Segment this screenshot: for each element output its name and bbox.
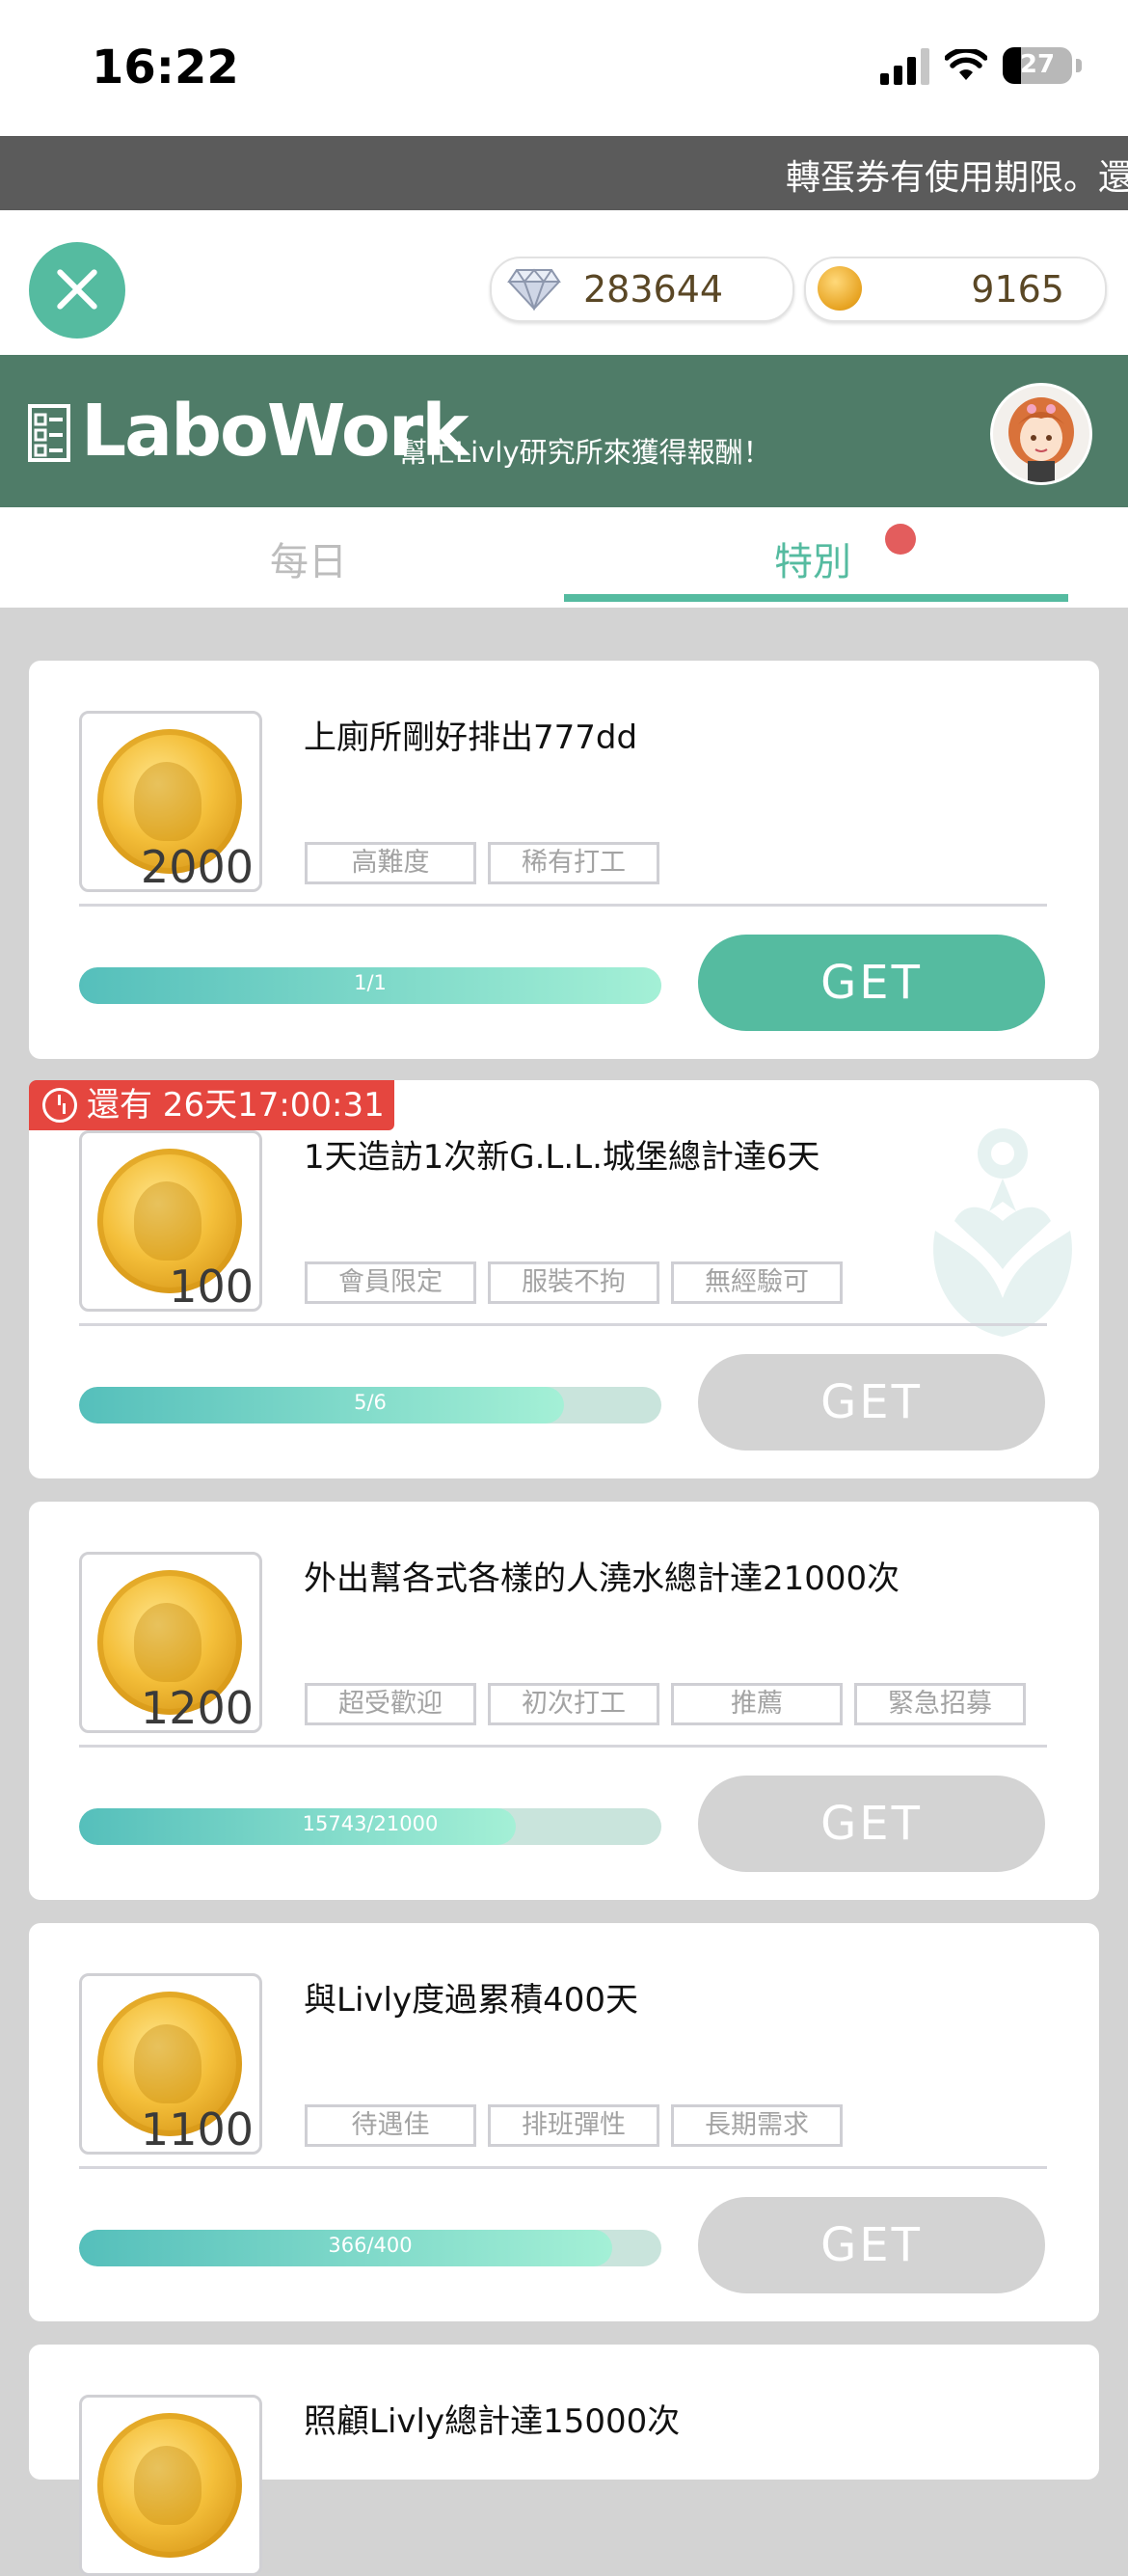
tag: 推薦 [671,1683,843,1725]
task-title: 外出幫各式各樣的人澆水總計達21000次 [304,1559,900,1598]
tag: 會員限定 [305,1261,476,1304]
reward-amount: 100 [169,1261,254,1312]
reward-amount: 1100 [140,2103,254,2155]
tag-list: 會員限定 服裝不拘 無經驗可 [305,1261,843,1304]
progress-text: 1/1 [354,971,387,994]
progress-bar: 15743/21000 [79,1808,661,1845]
get-button[interactable]: GET [698,2197,1045,2293]
tag-list: 高難度 稀有打工 [305,842,659,884]
checklist-icon [28,404,70,462]
tab-daily[interactable]: 每日 [270,530,347,586]
gem-count: 283644 [583,268,724,311]
progress-text: 366/400 [328,2234,413,2257]
gem-balance: 283644 [490,257,794,322]
get-button[interactable]: GET [698,1354,1045,1451]
tag-list: 待遇佳 排班彈性 長期需求 [305,2104,843,2147]
reward-box: 1100 [79,1973,262,2155]
progress-text: 5/6 [354,1391,387,1414]
diamond-icon [507,268,561,311]
reward-box: 1200 [79,1552,262,1733]
reward-box: 100 [79,1130,262,1312]
tab-bar: 每日 特別 [0,507,1128,608]
notification-dot [885,524,916,555]
coin-icon [818,266,862,311]
divider [79,1323,1047,1326]
divider [79,1745,1047,1748]
tag: 初次打工 [488,1683,659,1725]
avatar[interactable] [990,383,1092,485]
divider [79,904,1047,907]
coin-balance: 9165 [804,257,1107,322]
tag: 待遇佳 [305,2104,476,2147]
timer-text: 還有 26天17:00:31 [87,1086,385,1125]
banner-subtitle: 幫忙Livly研究所來獲得報酬！ [399,436,771,469]
status-time: 16:22 [92,41,239,95]
task-card: 2000 上廁所剛好排出777dd 高難度 稀有打工 1/1 GET [29,661,1099,1059]
progress-text: 15743/21000 [302,1812,439,1835]
tag: 稀有打工 [488,842,659,884]
get-button[interactable]: GET [698,935,1045,1031]
coin-icon [97,2413,242,2558]
status-bar: 16:22 27 [0,0,1128,136]
task-card: 1100 與Livly度過累積400天 待遇佳 排班彈性 長期需求 366/40… [29,1923,1099,2321]
progress-bar: 366/400 [79,2230,661,2266]
task-title: 照顧Livly總計達15000次 [304,2402,681,2441]
avatar-icon [1008,397,1074,482]
battery-icon: 27 [1003,47,1072,84]
active-tab-indicator [564,594,1068,602]
tag: 長期需求 [671,2104,843,2147]
task-title: 上廁所剛好排出777dd [304,719,638,757]
reward-box [79,2395,262,2576]
divider [79,2166,1047,2169]
task-card: 照顧Livly總計達15000次 [29,2345,1099,2576]
tag: 超受歡迎 [305,1683,476,1725]
wifi-icon [945,49,987,80]
top-bar: 283644 9165 [0,210,1128,355]
tag: 無經驗可 [671,1261,843,1304]
reward-amount: 2000 [140,841,254,892]
flower-watermark-icon [933,1128,1072,1337]
tag: 排班彈性 [488,2104,659,2147]
time-remaining-badge: 還有 26天17:00:31 [29,1080,394,1130]
progress-bar: 5/6 [79,1387,661,1424]
status-icons: 27 [880,46,1082,85]
reward-box: 2000 [79,711,262,892]
tag-list: 超受歡迎 初次打工 推薦 緊急招募 [305,1683,1026,1725]
tab-special[interactable]: 特別 [774,530,851,586]
task-card: 還有 26天17:00:31 100 1天造訪1次新G.L.L.城堡總計達6天 … [29,1080,1099,1478]
coin-count: 9165 [971,268,1064,311]
signal-icon [880,46,929,85]
tag: 高難度 [305,842,476,884]
close-button[interactable] [29,242,125,339]
get-button[interactable]: GET [698,1776,1045,1872]
labo-work-banner: LaboWork 幫忙Livly研究所來獲得報酬！ [0,355,1128,507]
task-title: 與Livly度過累積400天 [304,1981,638,2020]
reward-amount: 1200 [140,1682,254,1733]
tag: 服裝不拘 [488,1261,659,1304]
tag: 緊急招募 [854,1683,1026,1725]
clock-icon [42,1088,77,1123]
battery-tip [1076,59,1082,72]
battery-percent: 27 [1019,50,1056,79]
task-card: 1200 外出幫各式各樣的人澆水總計達21000次 超受歡迎 初次打工 推薦 緊… [29,1502,1099,1900]
news-ticker[interactable]: 轉蛋券有使用期限。還 [0,136,1128,210]
progress-bar: 1/1 [79,967,661,1004]
task-title: 1天造訪1次新G.L.L.城堡總計達6天 [304,1138,820,1177]
ticker-text: 轉蛋券有使用期限。還 [786,158,1128,198]
